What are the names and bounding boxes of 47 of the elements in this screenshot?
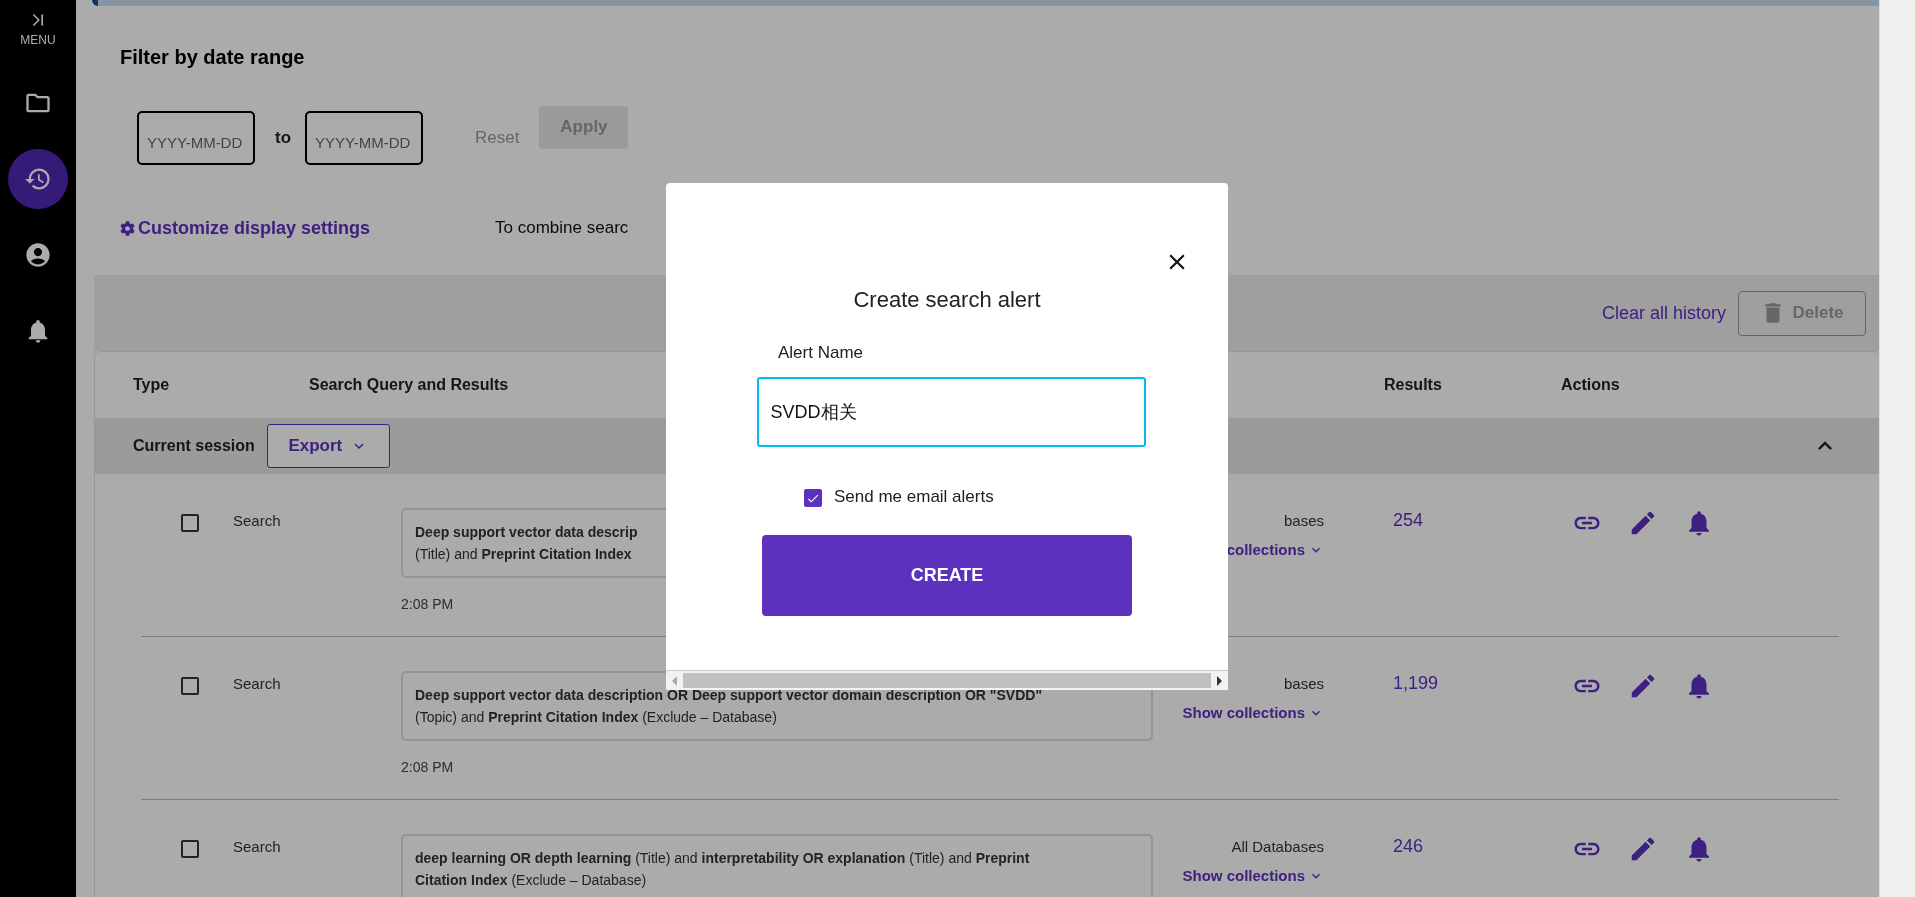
horizontal-scrollbar[interactable]: [666, 670, 1228, 690]
row-checkbox[interactable]: [181, 840, 199, 858]
alert-name-field[interactable]: SVDD相关: [756, 377, 1146, 447]
query-text: Deep support vector data description OR Deep support vector domain description OR "SVDD": [415, 687, 1043, 703]
column-header: Actions: [1561, 376, 1620, 394]
filter-title: Filter by date range: [120, 46, 306, 69]
start-date-field[interactable]: YYYY-MM-DD: [137, 111, 255, 165]
type-text: Search: [233, 675, 282, 692]
field-label: Alert Name: [778, 343, 864, 363]
combine-hint: To combine searc: [495, 218, 629, 238]
database-text: bases: [1283, 512, 1324, 529]
type-text: Search: [233, 838, 282, 855]
query-text: (Title) and Preprint Citation Index: [415, 546, 632, 562]
date-separator: to: [275, 128, 292, 148]
sidebar-item[interactable]: [8, 149, 68, 209]
type-text: Search: [233, 512, 282, 529]
create-button[interactable]: CREATE: [762, 535, 1132, 616]
query-text: Citation Index (Exclude – Database): [415, 872, 647, 888]
email-alerts-checkbox[interactable]: [804, 489, 822, 507]
display-settings-link[interactable]: Customize display settings: [120, 217, 371, 239]
end-date-field[interactable]: YYYY-MM-DD: [305, 111, 424, 165]
time-text: 2:08 PM: [401, 596, 454, 612]
query-text: (Topic) and Preprint Citation Index (Exclude – Database): [415, 709, 777, 725]
session-label: Current session: [133, 437, 255, 455]
database-text: All Databases: [1231, 838, 1324, 855]
export-button[interactable]: Export: [266, 424, 390, 468]
show-collections-link[interactable]: collections: [1226, 541, 1324, 558]
query-text: deep learning OR depth learning (Title) and interpretability OR explanation (Title) and Preprint: [415, 850, 1030, 866]
checkbox-label: Send me email alerts: [834, 487, 994, 507]
column-header: Results: [1384, 376, 1442, 394]
show-collections-link[interactable]: Show collections: [1182, 867, 1324, 884]
results-count-link[interactable]: 254: [1393, 510, 1570, 531]
menu-label: MENU: [20, 33, 56, 47]
row-checkbox[interactable]: [181, 514, 199, 532]
show-collections-link[interactable]: Show collections: [1182, 704, 1324, 721]
row-checkbox[interactable]: [181, 677, 199, 695]
time-text: 2:08 PM: [401, 759, 454, 775]
results-count-link[interactable]: 1,199: [1393, 673, 1570, 694]
results-count-link[interactable]: 246: [1393, 836, 1570, 857]
query-text: Deep support vector data descrip: [415, 524, 638, 540]
column-header: Type: [133, 376, 170, 394]
clear-history-link[interactable]: Clear all history: [1601, 302, 1726, 324]
settings-icon: [120, 220, 135, 236]
dialog-title: Create search alert: [853, 287, 1041, 313]
database-text: bases: [1283, 675, 1324, 692]
account-icon: [24, 241, 52, 269]
column-header: Search Query and Results: [309, 376, 509, 394]
